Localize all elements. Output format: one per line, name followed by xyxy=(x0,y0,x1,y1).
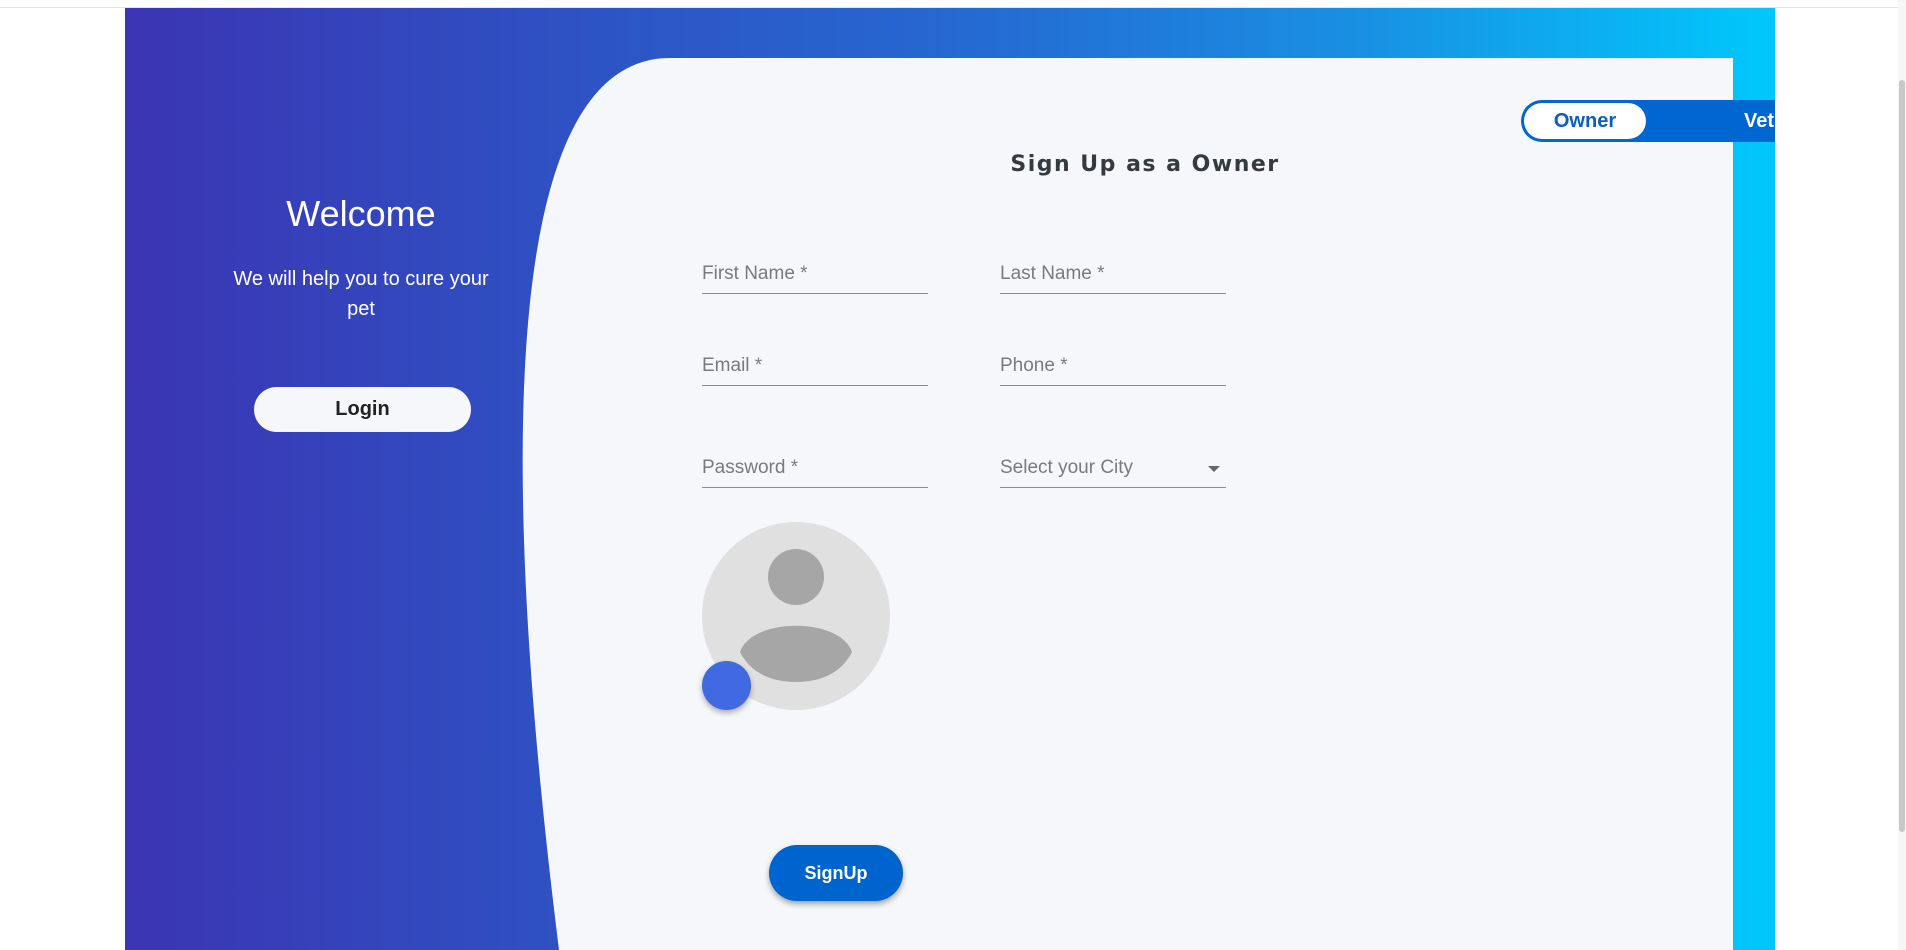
last-name-field xyxy=(1000,257,1226,294)
role-option-vet[interactable]: Vet xyxy=(1699,100,1775,142)
first-name-field xyxy=(702,257,928,294)
last-name-input[interactable] xyxy=(1000,257,1226,291)
password-field xyxy=(702,451,928,488)
first-name-input[interactable] xyxy=(702,257,928,291)
city-select[interactable]: Select your City xyxy=(1000,451,1226,488)
upload-photo-button[interactable] xyxy=(702,661,751,710)
phone-field xyxy=(1000,349,1226,386)
page: Welcome We will help you to cure your pe… xyxy=(0,0,1906,950)
password-input[interactable] xyxy=(702,451,928,485)
scrollbar-thumb[interactable] xyxy=(1899,80,1905,832)
signup-button[interactable]: SignUp xyxy=(769,845,903,901)
signup-card xyxy=(522,58,1733,950)
role-option-owner[interactable]: Owner xyxy=(1524,103,1646,139)
dropdown-caret-icon xyxy=(1208,466,1220,472)
signup-banner: Welcome We will help you to cure your pe… xyxy=(125,8,1775,950)
email-input[interactable] xyxy=(702,349,928,383)
phone-input[interactable] xyxy=(1000,349,1226,383)
email-field xyxy=(702,349,928,386)
role-toggle[interactable]: Owner Vet xyxy=(1521,100,1775,142)
city-select-value: Select your City xyxy=(1000,457,1134,478)
form-title: Sign Up as a Owner xyxy=(1010,152,1280,177)
